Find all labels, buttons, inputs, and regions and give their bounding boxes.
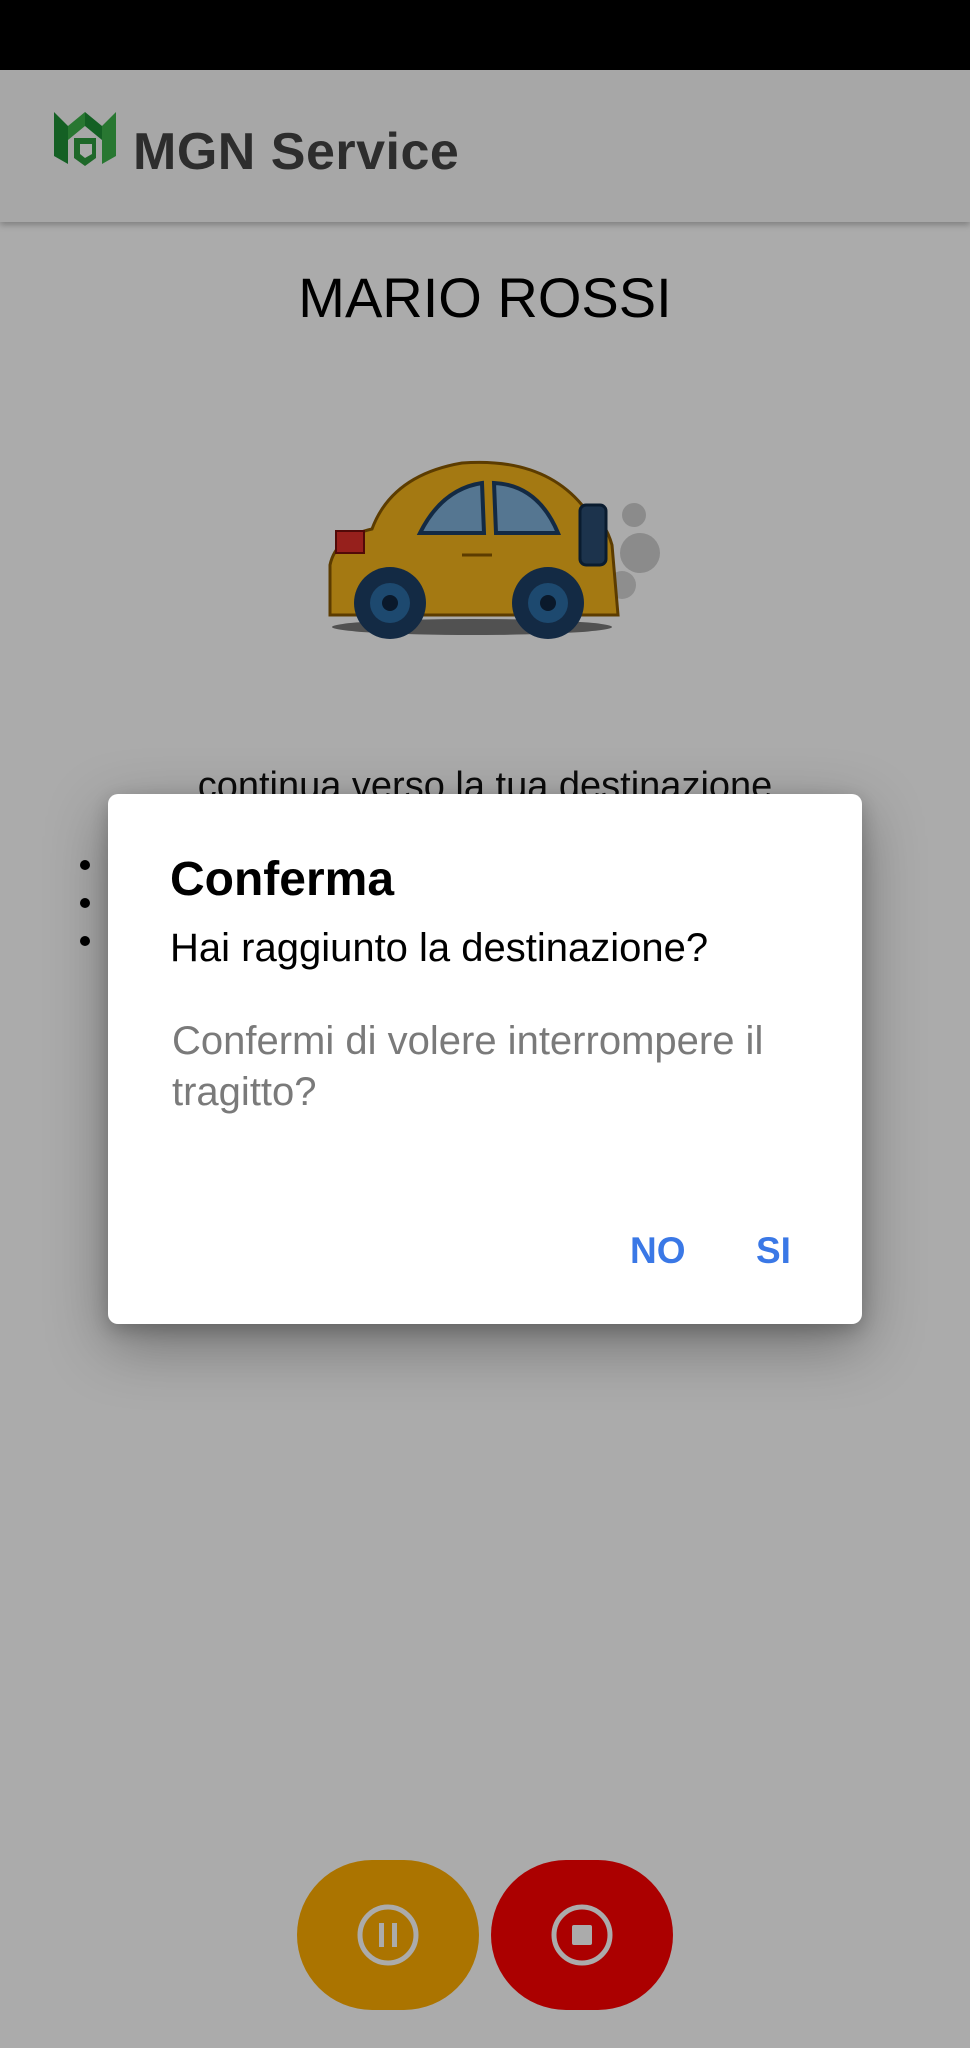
dialog-title: Conferma [170,853,395,906]
dialog-subtitle: Hai raggiunto la destinazione? [170,926,709,970]
confirm-dialog: Conferma Hai raggiunto la destinazione? … [108,794,862,1324]
yes-button[interactable]: SI [744,1222,803,1280]
dialog-message: Confermi di volere interrompere il tragi… [172,1019,764,1114]
no-button[interactable]: NO [618,1222,698,1280]
